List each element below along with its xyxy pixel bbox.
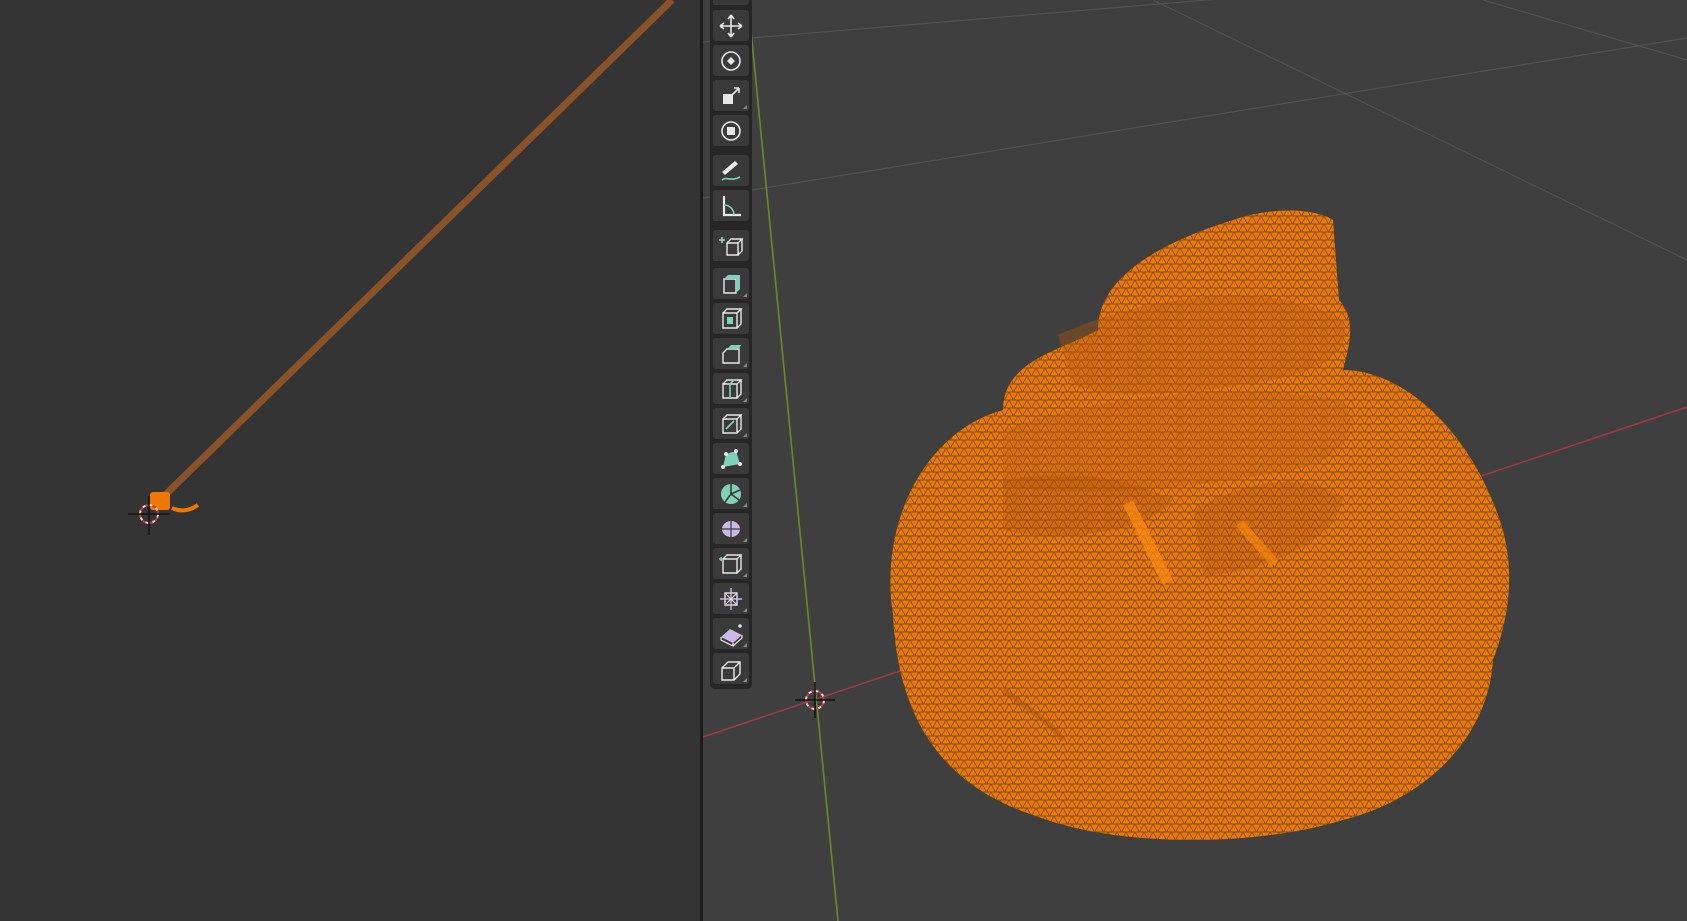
- right-viewport-canvas: [703, 0, 1687, 921]
- loop-cut-icon: [722, 378, 743, 399]
- shear-icon: [720, 623, 743, 647]
- selected-object-square[interactable]: [150, 492, 170, 510]
- extrude-icon: [723, 274, 740, 294]
- move-icon: [719, 14, 743, 37]
- bevel-tool-button[interactable]: [713, 338, 749, 369]
- knife-tool-button[interactable]: [713, 408, 749, 439]
- measure-tool-button[interactable]: [713, 190, 749, 221]
- inset-icon: [722, 307, 743, 329]
- floor-grid: [703, 0, 1687, 261]
- shear-tool-button[interactable]: [713, 618, 749, 649]
- spin-icon: [721, 483, 741, 504]
- move-tool-button[interactable]: [713, 10, 749, 41]
- 3d-cursor-icon: [795, 682, 835, 718]
- tool-shelf-top-edge: [713, 0, 749, 5]
- annotate-icon: [721, 160, 741, 181]
- knife-icon: [722, 413, 743, 434]
- annotate-tool-button[interactable]: [713, 155, 749, 186]
- bevel-icon: [722, 344, 741, 364]
- poly-build-icon: [721, 448, 742, 469]
- edge-slide-tool-button[interactable]: [713, 548, 749, 579]
- loop-cut-tool-button[interactable]: [713, 373, 749, 404]
- add-cube-icon: [719, 236, 744, 256]
- rotate-icon: [721, 50, 741, 71]
- left-viewport[interactable]: [0, 0, 700, 921]
- rotate-tool-button[interactable]: [713, 45, 749, 76]
- mesh-object[interactable]: [890, 210, 1510, 840]
- measure-icon: [722, 195, 741, 216]
- shrink-fatten-icon: [720, 587, 742, 610]
- extrude-region-tool-button[interactable]: [713, 268, 749, 299]
- smooth-tool-button[interactable]: [713, 513, 749, 544]
- scale-icon: [723, 86, 740, 104]
- inset-faces-tool-button[interactable]: [713, 303, 749, 334]
- edge-slide-icon: [719, 553, 743, 574]
- spin-tool-button[interactable]: [713, 478, 749, 509]
- tool-shelf: [710, 0, 752, 689]
- right-viewport[interactable]: [703, 0, 1687, 921]
- transform-icon: [721, 120, 741, 141]
- scale-tool-button[interactable]: [713, 80, 749, 111]
- add-cube-tool-button[interactable]: [713, 230, 749, 261]
- smooth-icon: [722, 520, 740, 537]
- rip-icon: [721, 660, 741, 681]
- camera-line: [157, 0, 675, 503]
- rip-region-tool-button[interactable]: [713, 653, 749, 684]
- y-axis-line: [747, 0, 839, 921]
- left-viewport-canvas: [128, 0, 675, 535]
- poly-build-tool-button[interactable]: [713, 443, 749, 474]
- transform-tool-button[interactable]: [713, 115, 749, 146]
- selected-object-tail: [171, 503, 200, 513]
- shrink-fatten-tool-button[interactable]: [713, 583, 749, 614]
